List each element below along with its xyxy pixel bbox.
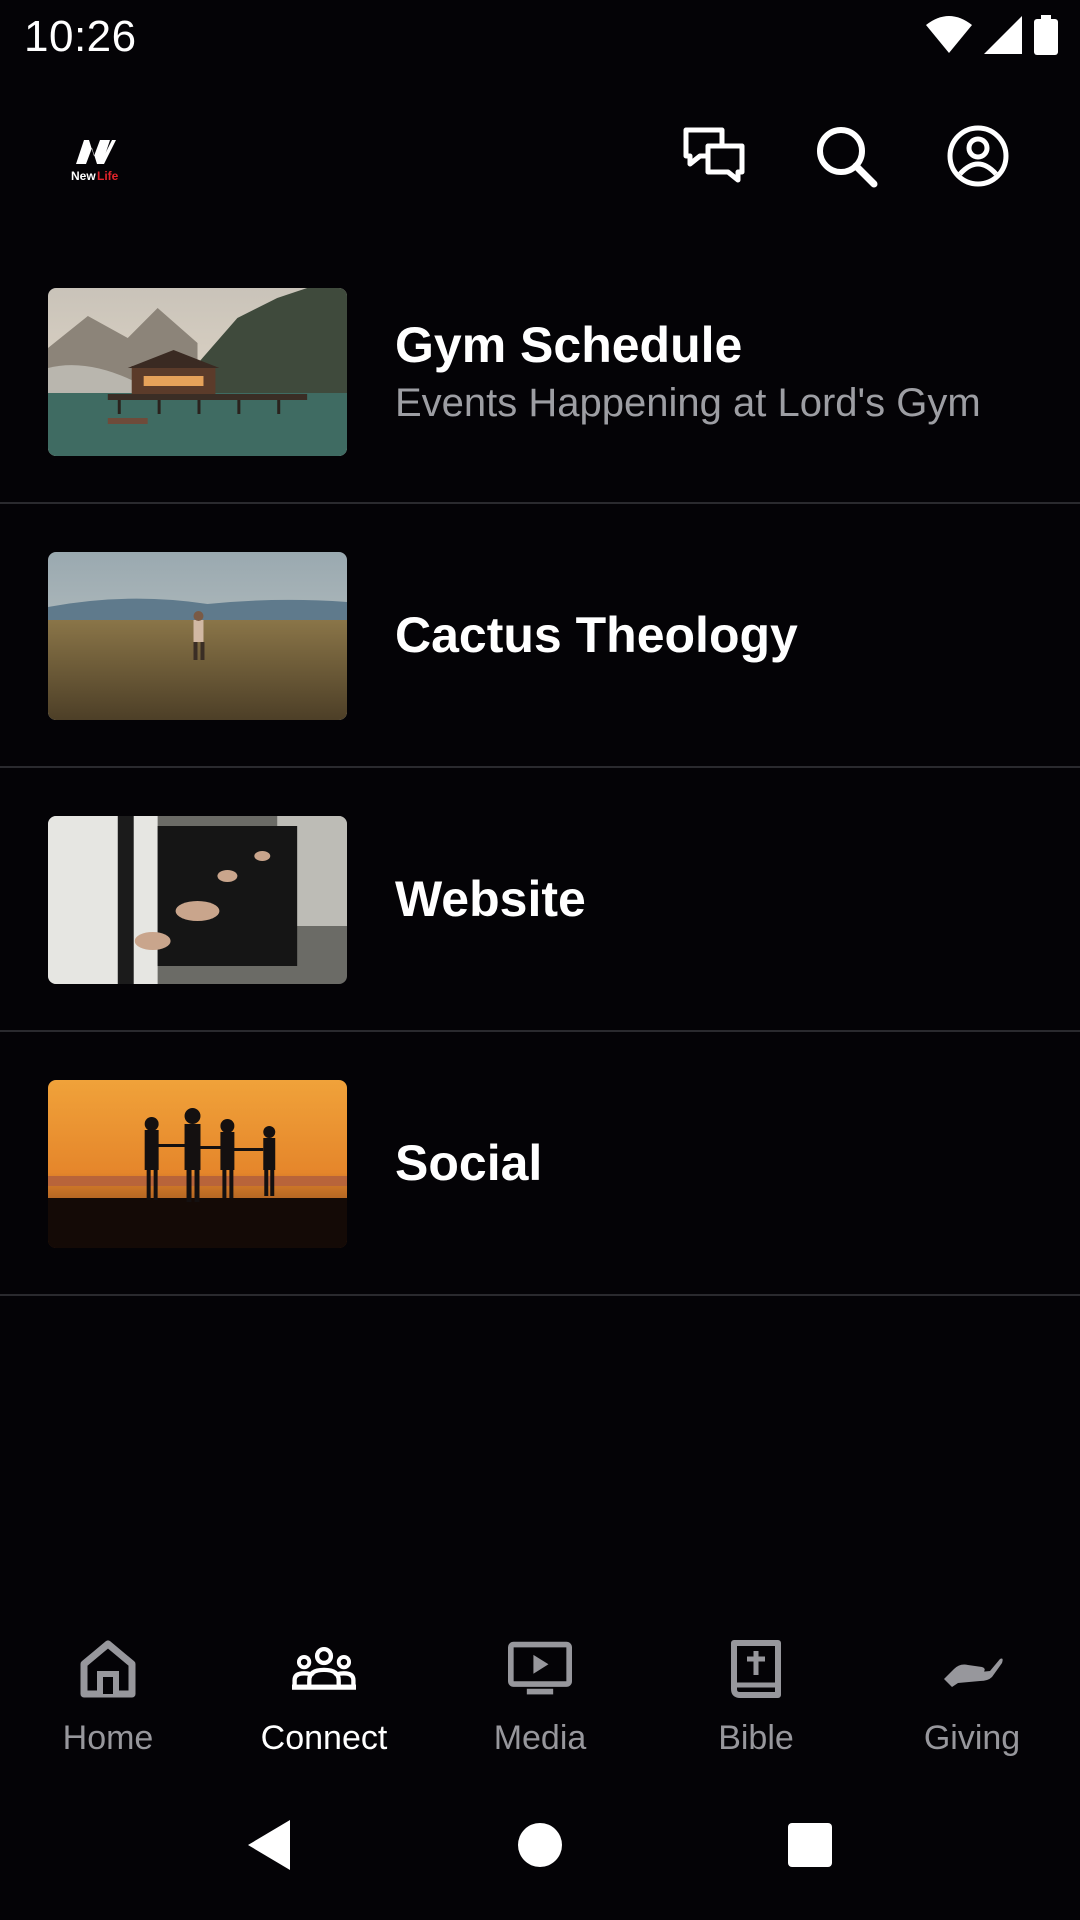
- connect-list: Gym Schedule Events Happening at Lord's …: [0, 240, 1080, 1296]
- svg-text:New: New: [71, 169, 96, 183]
- recents-icon: [788, 1823, 832, 1867]
- giving-icon: [944, 1658, 1003, 1687]
- search-button[interactable]: [810, 120, 882, 192]
- back-button[interactable]: [234, 1810, 304, 1880]
- home-system-button[interactable]: [505, 1810, 575, 1880]
- app-header: New Life: [0, 96, 1080, 216]
- item-text: Gym Schedule Events Happening at Lord's …: [395, 240, 981, 502]
- bottom-nav: Home Connect Media Bible Giving: [0, 1615, 1080, 1765]
- status-time: 10:26: [24, 12, 137, 61]
- battery-icon: [1034, 15, 1058, 55]
- people-icon: [292, 1646, 356, 1690]
- thumbnail-worship: [48, 816, 347, 984]
- status-icons: [926, 14, 1058, 56]
- nav-label: Connect: [260, 1719, 388, 1757]
- item-title: Social: [395, 1135, 543, 1191]
- search-icon: [817, 127, 878, 188]
- item-text: Website: [395, 768, 586, 1030]
- nav-label: Media: [493, 1719, 587, 1757]
- account-icon: [947, 125, 1009, 187]
- list-item-social[interactable]: Social: [0, 1032, 1080, 1296]
- newlife-logo[interactable]: New Life: [70, 130, 132, 186]
- bible-icon: [731, 1640, 781, 1698]
- list-item-gym-schedule[interactable]: Gym Schedule Events Happening at Lord's …: [0, 240, 1080, 504]
- svg-text:Life: Life: [97, 169, 119, 183]
- cell-signal-icon: [984, 16, 1022, 54]
- item-title: Cactus Theology: [395, 607, 798, 663]
- thumbnail-field: [48, 552, 347, 720]
- thumbnail-sunset-silhouettes: [48, 1080, 347, 1248]
- thumbnail-lake-cabin: [48, 288, 347, 456]
- item-subtitle: Events Happening at Lord's Gym: [395, 381, 981, 425]
- nav-label: Home: [62, 1719, 154, 1757]
- list-item-website[interactable]: Website: [0, 768, 1080, 1032]
- back-icon: [248, 1820, 290, 1870]
- status-bar: 10:26: [0, 0, 1080, 72]
- nav-label: Bible: [718, 1719, 794, 1757]
- item-title: Gym Schedule: [395, 317, 743, 373]
- home-circle-icon: [518, 1823, 562, 1867]
- chat-button[interactable]: [678, 120, 750, 192]
- item-title: Website: [395, 871, 586, 927]
- recents-button[interactable]: [775, 1810, 845, 1880]
- nav-connect[interactable]: Connect: [216, 1615, 432, 1765]
- chat-icon: [683, 127, 745, 183]
- item-text: Social: [395, 1032, 542, 1294]
- list-item-cactus-theology[interactable]: Cactus Theology: [0, 504, 1080, 768]
- home-icon: [80, 1640, 136, 1698]
- media-icon: [508, 1641, 572, 1695]
- nav-media[interactable]: Media: [432, 1615, 648, 1765]
- system-nav-bar: [0, 1770, 1080, 1920]
- account-button[interactable]: [942, 120, 1014, 192]
- wifi-icon: [926, 16, 972, 53]
- item-text: Cactus Theology: [395, 504, 798, 766]
- nav-home[interactable]: Home: [0, 1615, 216, 1765]
- nav-giving[interactable]: Giving: [864, 1615, 1080, 1765]
- nav-bible[interactable]: Bible: [648, 1615, 864, 1765]
- nav-label: Giving: [923, 1719, 1021, 1757]
